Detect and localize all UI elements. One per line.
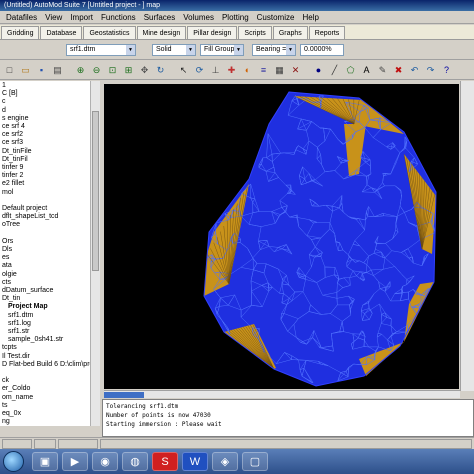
zoom-in-icon[interactable]: ⊕ — [73, 63, 88, 78]
browser-icon[interactable]: ◍ — [122, 452, 148, 471]
tree-scrollbar[interactable] — [90, 81, 100, 426]
toolbar-separator — [66, 63, 72, 78]
menu-item-help[interactable]: Help — [298, 11, 322, 24]
tree-item[interactable]: D Flat-bed Build 6 D:\clim\pro — [2, 360, 93, 370]
line-icon[interactable]: ╱ — [327, 63, 342, 78]
zoom-window-icon[interactable]: ⊡ — [105, 63, 120, 78]
help-icon[interactable]: ? — [439, 63, 454, 78]
console-line: Starting immersion : Please wait — [106, 421, 222, 428]
tab-bar: Gridding Database Geostatistics Mine design… — [0, 25, 474, 40]
taskbar: ▣ ▶ ◉ ◍ S W ◈ ▢ — [0, 449, 474, 474]
delete-icon[interactable]: ✖ — [391, 63, 406, 78]
color-combo-value: Solid — [156, 46, 172, 53]
scale-combo[interactable]: Bearing = 0 ▼ — [252, 44, 296, 56]
combo-toolbar: srf1.dtm ▼ Solid ▼ Fill Group ▼ Bearing … — [0, 41, 474, 60]
tree-item[interactable]: oTree — [2, 220, 20, 230]
menu-item-plotting[interactable]: Plotting — [218, 11, 253, 24]
explorer-icon[interactable]: ▣ — [32, 452, 58, 471]
surpac-icon[interactable]: S — [152, 452, 178, 471]
tab-scripts[interactable]: Scripts — [238, 26, 272, 39]
message-console: Tolerancing srf1.dtm Number of points is … — [102, 399, 474, 437]
measure-icon[interactable]: ⊥ — [208, 63, 223, 78]
tab-pillar-design[interactable]: Pillar design — [187, 26, 238, 39]
viewport-horizontal-scrollbar[interactable] — [104, 390, 460, 398]
hscroll-thumb[interactable] — [104, 392, 144, 398]
menu-item-volumes[interactable]: Volumes — [179, 11, 218, 24]
start-icon[interactable] — [3, 451, 24, 472]
chevron-down-icon[interactable]: ▼ — [234, 45, 243, 55]
chevron-down-icon[interactable]: ▼ — [126, 45, 135, 55]
layer-combo[interactable]: srf1.dtm ▼ — [66, 44, 136, 56]
window-title: (Untitled) AutoMod Suite 7 [Untitled pro… — [0, 0, 474, 11]
viewport-vertical-scrollbar[interactable] — [460, 81, 474, 391]
tab-gridding[interactable]: Gridding — [1, 26, 40, 39]
zoom-out-icon[interactable]: ⊖ — [89, 63, 104, 78]
media-player-icon[interactable]: ◉ — [92, 452, 118, 471]
style-combo-value: Fill Group — [204, 46, 235, 53]
redo-icon[interactable]: ↷ — [423, 63, 438, 78]
toolbar-separator — [169, 63, 175, 78]
window-icon[interactable]: ▢ — [242, 452, 268, 471]
application-window: (Untitled) AutoMod Suite 7 [Untitled pro… — [0, 0, 474, 474]
color-icon[interactable]: ◐ — [240, 63, 255, 78]
icon-toolbar: □ ▭ ▪ ▤ ⊕ ⊖ ⊡ ⊞ ✥ ↻ ↖ ⟳ ⊥ ✚ ◐ ≡ ▦ ✕ ● ╱ ⬠ A ✎ ✖ ↶ ↷? — [0, 61, 474, 80]
save-icon[interactable]: ▪ — [34, 63, 49, 78]
style-combo[interactable]: Fill Group ▼ — [200, 44, 244, 56]
grid-icon[interactable]: ▦ — [272, 63, 287, 78]
print-icon[interactable]: ▤ — [50, 63, 65, 78]
chevron-down-icon[interactable]: ▼ — [286, 45, 295, 55]
media-icon[interactable]: ▶ — [62, 452, 88, 471]
tree-item[interactable]: ng — [2, 417, 10, 426]
new-icon[interactable]: □ — [2, 63, 17, 78]
menu-item-surfaces[interactable]: Surfaces — [140, 11, 180, 24]
tab-geostatistics[interactable]: Geostatistics — [83, 26, 136, 39]
status-cell — [58, 439, 98, 449]
layers-icon[interactable]: ≡ — [256, 63, 271, 78]
toolbar-separator — [304, 63, 310, 78]
zoom-combo[interactable]: 0.0000% — [300, 44, 344, 56]
select-icon[interactable]: ↖ — [176, 63, 191, 78]
zoom-combo-value: 0.0000% — [304, 46, 332, 53]
app-icon[interactable]: ◈ — [212, 452, 238, 471]
project-tree-panel: 1C [B] c d s engine ce srf 4 ce srf2 ce srf3 Dt… — [0, 81, 100, 426]
menu-item-view[interactable]: View — [41, 11, 66, 24]
color-combo[interactable]: Solid ▼ — [152, 44, 196, 56]
layer-combo-value: srf1.dtm — [70, 46, 96, 53]
menu-item-functions[interactable]: Functions — [97, 11, 140, 24]
undo-icon[interactable]: ↶ — [407, 63, 422, 78]
menu-bar: Datafiles View Import Functions Surfaces Volu… — [0, 11, 474, 24]
edit-icon[interactable]: ✎ — [375, 63, 390, 78]
console-line: Tolerancing srf1.dtm — [106, 403, 179, 410]
tab-reports[interactable]: Reports — [308, 26, 346, 39]
pick-icon[interactable]: ✚ — [224, 63, 239, 78]
tree-item[interactable]: mol — [2, 188, 13, 198]
refresh-icon[interactable]: ↻ — [153, 63, 168, 78]
marker-icon[interactable]: ✕ — [288, 63, 303, 78]
menu-item-datafiles[interactable]: Datafiles — [2, 11, 41, 24]
pan-icon[interactable]: ✥ — [137, 63, 152, 78]
tab-graphs[interactable]: Graphs — [272, 26, 308, 39]
point-icon[interactable]: ● — [311, 63, 326, 78]
menu-item-customize[interactable]: Customize — [253, 11, 299, 24]
open-icon[interactable]: ▭ — [18, 63, 33, 78]
status-cell — [34, 439, 56, 449]
word-icon[interactable]: W — [182, 452, 208, 471]
status-bar — [0, 437, 474, 449]
tree-scroll-thumb[interactable] — [92, 111, 99, 271]
text-icon[interactable]: A — [359, 63, 374, 78]
zoom-extents-icon[interactable]: ⊞ — [121, 63, 136, 78]
status-cell — [100, 439, 472, 449]
console-line: Number of points is now 47030 — [106, 412, 211, 419]
menu-item-import[interactable]: Import — [66, 11, 97, 24]
rotate-icon[interactable]: ⟳ — [192, 63, 207, 78]
polygon-icon[interactable]: ⬠ — [343, 63, 358, 78]
mesh-view — [203, 91, 437, 387]
graphics-viewport[interactable] — [104, 84, 459, 389]
chevron-down-icon[interactable]: ▼ — [186, 45, 195, 55]
status-cell — [2, 439, 32, 449]
tab-mine-design[interactable]: Mine design — [136, 26, 187, 39]
tab-database[interactable]: Database — [40, 26, 83, 39]
